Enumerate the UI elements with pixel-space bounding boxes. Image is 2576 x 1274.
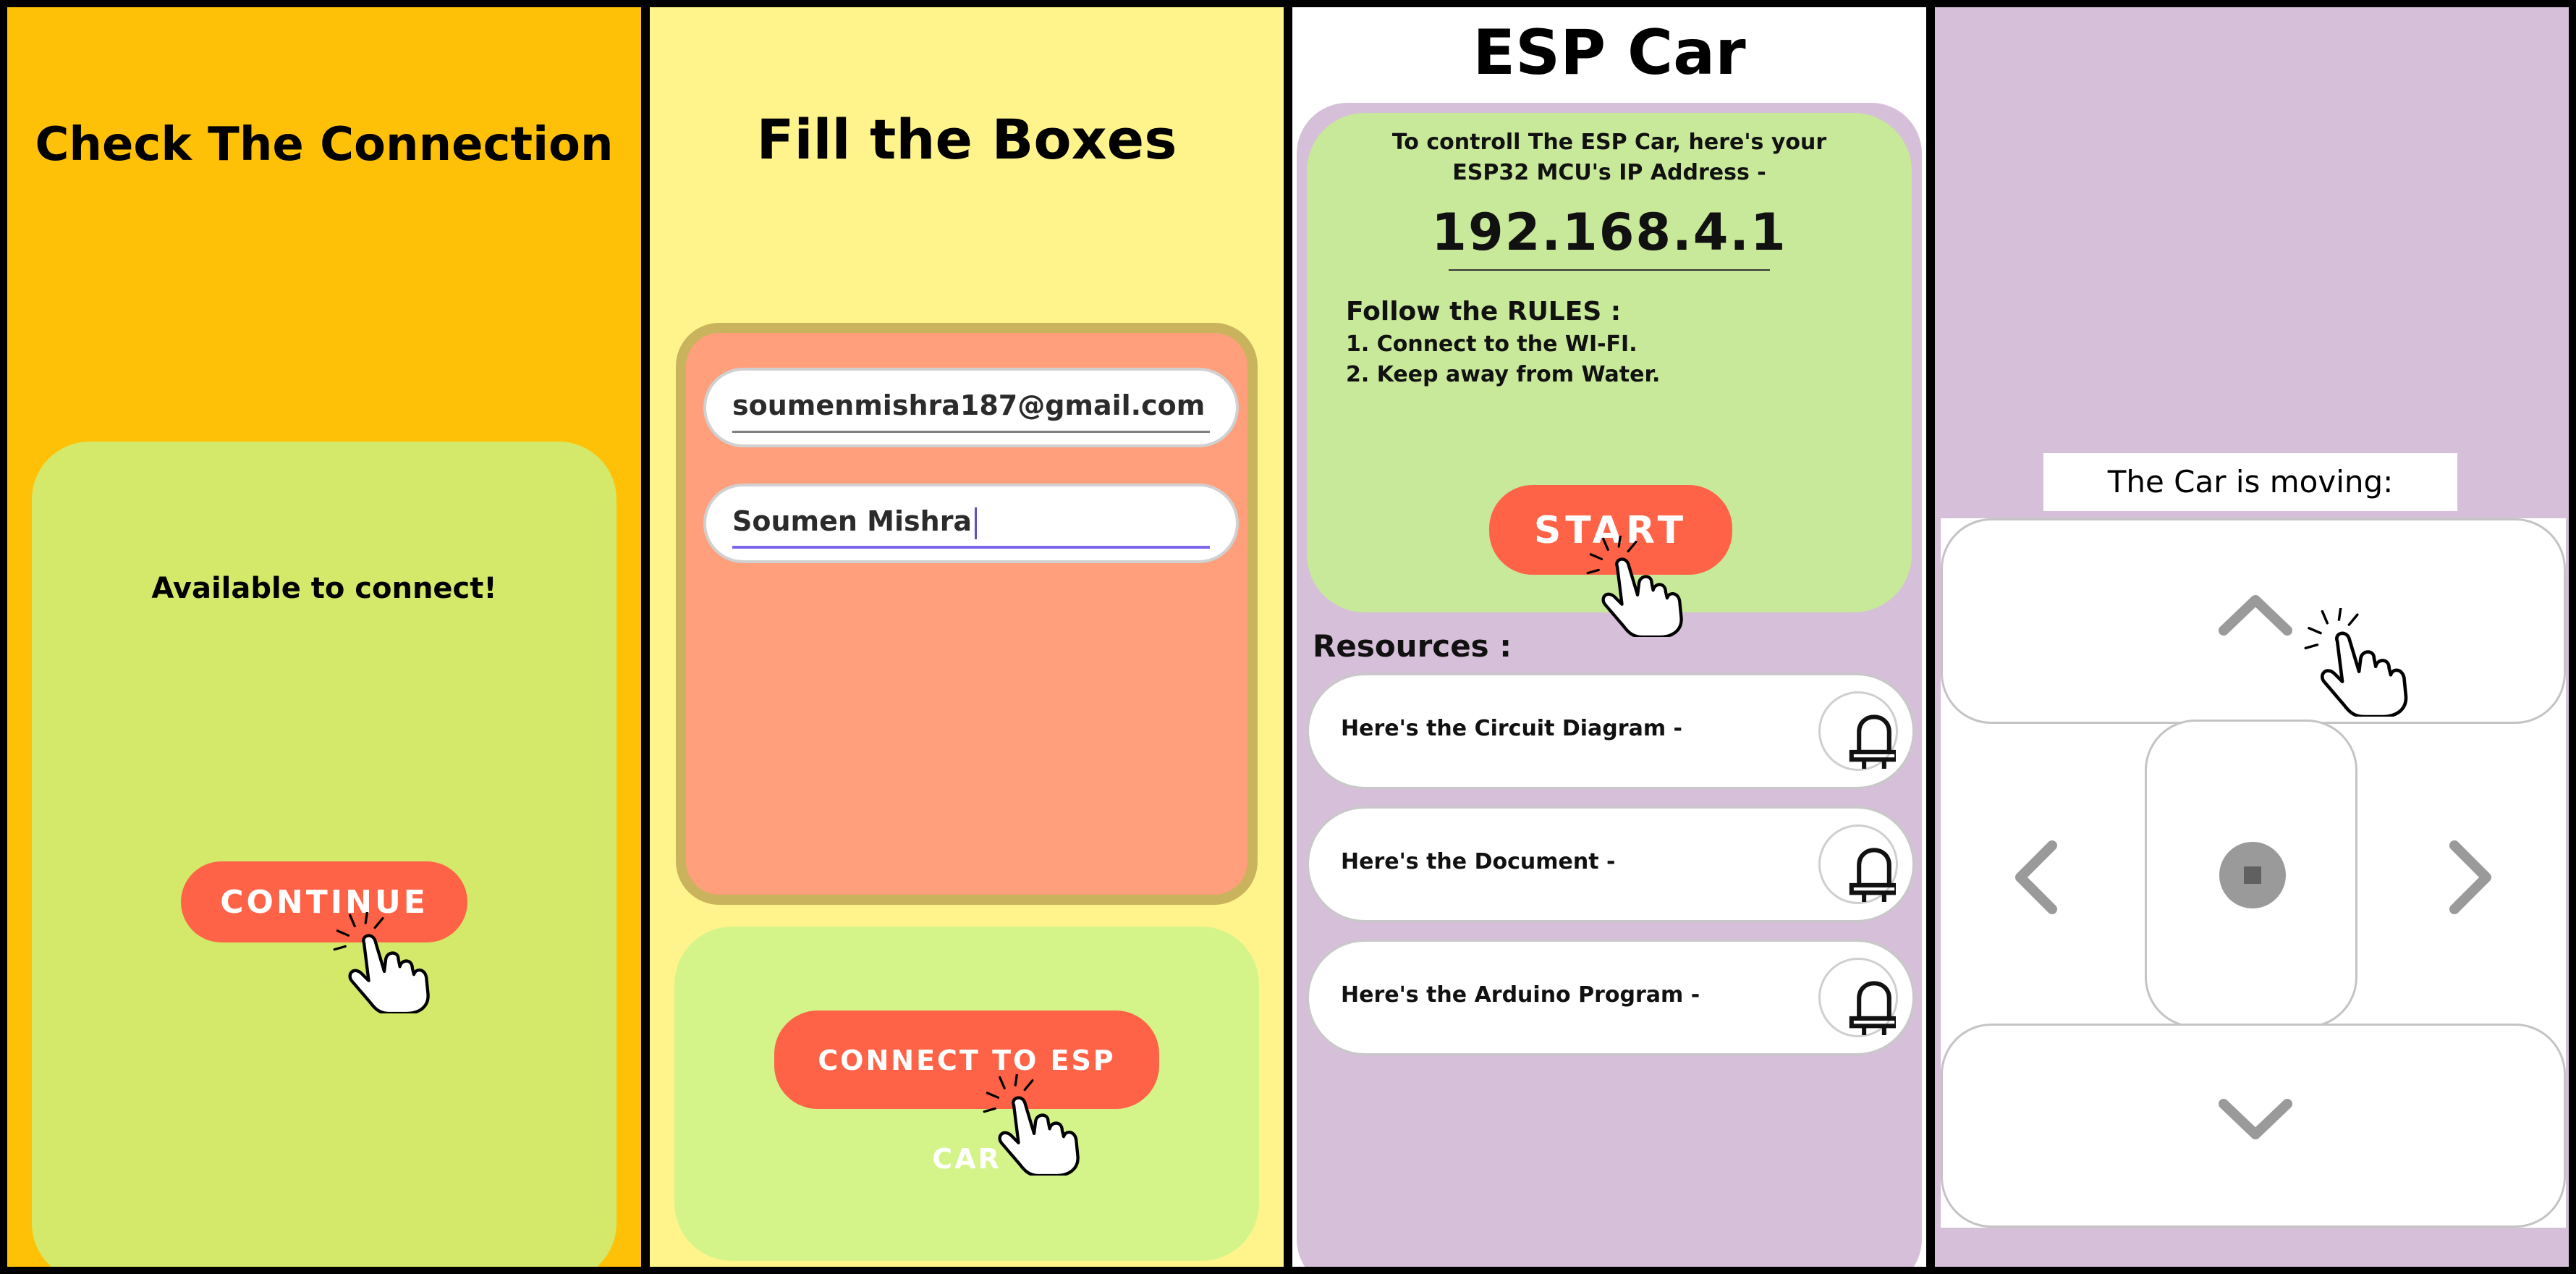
screen-esp-car: ESP Car To controll The ESP Car, here's …	[1292, 7, 1926, 1267]
led-icon[interactable]	[1818, 824, 1898, 904]
led-icon[interactable]	[1818, 691, 1898, 771]
resource-label: Here's the Arduino Program -	[1341, 982, 1700, 1008]
email-field[interactable]: soumenmishra187@gmail.com	[703, 368, 1239, 447]
field-underline	[732, 431, 1210, 433]
resource-document[interactable]: Here's the Document -	[1307, 806, 1915, 922]
left-arrow-icon	[2015, 840, 2057, 914]
rule-item: 2. Keep away from Water.	[1346, 362, 1661, 387]
stop-button[interactable]	[2145, 720, 2357, 1028]
resource-arduino-program[interactable]: Here's the Arduino Program -	[1307, 940, 1915, 1055]
field-underline	[732, 546, 1210, 549]
email-value: soumenmishra187@gmail.com	[732, 389, 1206, 421]
up-arrow-icon	[2219, 595, 2292, 636]
page-title: Fill the Boxes	[756, 107, 1177, 172]
screen-check-connection: Check The Connection Available to connec…	[7, 7, 641, 1267]
pointer-hand-icon	[1586, 536, 1687, 637]
resource-circuit-diagram[interactable]: Here's the Circuit Diagram -	[1307, 673, 1915, 789]
rule-item: 1. Connect to the WI-FI.	[1346, 332, 1637, 357]
pointer-hand-icon	[333, 912, 434, 1013]
movement-status: The Car is moving: Forward	[2043, 453, 2457, 557]
connection-card	[32, 442, 617, 1267]
screen-fill-boxes: Fill the Boxes soumenmishra187@gmail.com…	[650, 7, 1284, 1267]
down-arrow-icon	[2219, 1099, 2292, 1139]
right-button[interactable]	[2427, 803, 2514, 948]
text-caret	[975, 507, 978, 539]
connection-status: Available to connect!	[151, 572, 497, 605]
pointer-hand-icon	[2304, 608, 2412, 717]
screen-controller: The Car is moving: Forward	[1935, 7, 2569, 1267]
intro-text: To controll The ESP Car, here's your ESP…	[1391, 130, 1827, 185]
ip-underline	[1449, 269, 1770, 271]
right-arrow-icon	[2449, 840, 2491, 914]
resources-title: Resources :	[1313, 628, 1512, 664]
led-icon[interactable]	[1818, 958, 1898, 1037]
pointer-hand-icon	[983, 1074, 1084, 1176]
page-title: Check The Connection	[35, 118, 614, 172]
rules-title: Follow the RULES :	[1346, 297, 1622, 326]
backward-button[interactable]	[1941, 1024, 2566, 1228]
name-value: Soumen Mishra	[732, 505, 973, 537]
resource-label: Here's the Document -	[1341, 849, 1616, 874]
login-form: soumenmishra187@gmail.com Soumen Mishra	[676, 323, 1258, 905]
name-field[interactable]: Soumen Mishra	[703, 484, 1239, 563]
connect-esp-car-button[interactable]: CONNECT TO ESP CAR	[774, 1011, 1159, 1175]
left-button[interactable]	[1993, 803, 2080, 948]
resource-label: Here's the Circuit Diagram -	[1341, 716, 1682, 741]
page-title: ESP Car	[1473, 17, 1746, 89]
app-collage: Check The Connection Available to connec…	[0, 0, 2576, 1274]
stop-icon	[2219, 842, 2286, 908]
ip-address: 192.168.4.1	[1431, 203, 1787, 262]
forward-button[interactable]	[1941, 518, 2566, 724]
